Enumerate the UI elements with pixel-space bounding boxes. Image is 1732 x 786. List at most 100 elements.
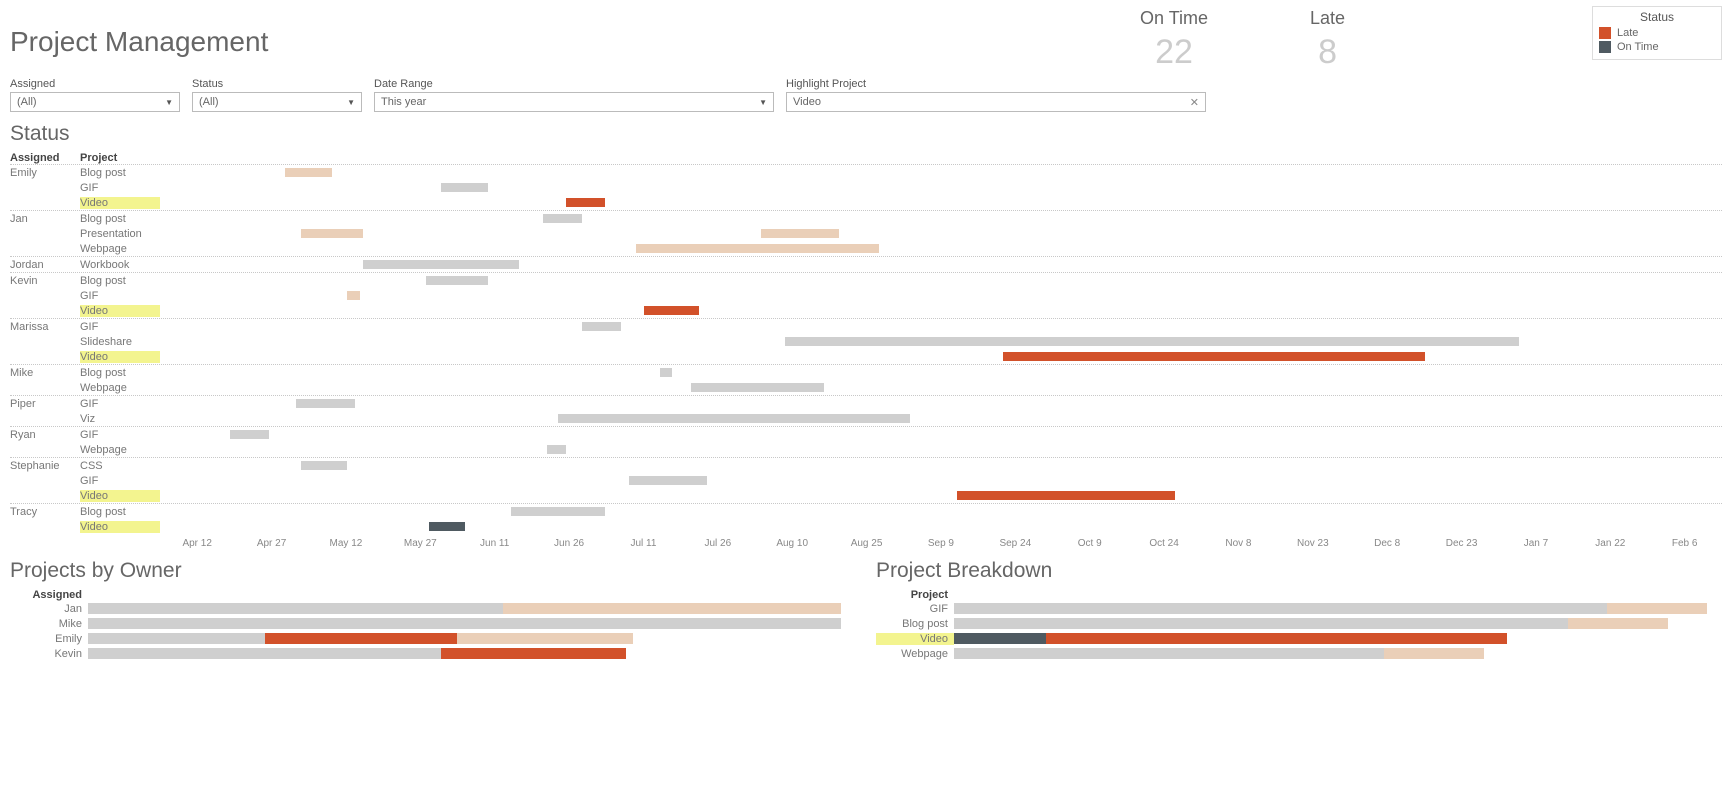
gantt-bar[interactable]: [629, 476, 707, 485]
gantt-project: Blog post: [80, 275, 126, 287]
axis-tick: Aug 10: [755, 538, 829, 549]
bar-row[interactable]: Mike: [10, 616, 856, 631]
gantt-row[interactable]: GIF: [10, 473, 1722, 488]
gantt-bar[interactable]: [785, 337, 1519, 346]
close-icon[interactable]: ✕: [1190, 96, 1199, 109]
bar-segment[interactable]: [88, 618, 841, 629]
gantt-bar[interactable]: [566, 198, 605, 207]
bar-segment[interactable]: [954, 618, 1568, 629]
filter-assigned-select[interactable]: (All) ▼: [10, 92, 180, 112]
gantt-bar[interactable]: [957, 491, 1176, 500]
bar-segment[interactable]: [954, 603, 1607, 614]
bar-segment[interactable]: [1607, 603, 1707, 614]
gantt-bar[interactable]: [347, 291, 359, 300]
bar-segment[interactable]: [954, 633, 1046, 644]
filter-status: Status (All) ▼: [192, 78, 362, 112]
gantt-bar[interactable]: [582, 322, 621, 331]
gantt-bar[interactable]: [644, 306, 699, 315]
gantt-bar[interactable]: [761, 229, 839, 238]
swatch-icon: [1599, 41, 1611, 53]
gantt-project: GIF: [80, 321, 98, 333]
gantt-bar[interactable]: [547, 445, 566, 454]
bar-segment[interactable]: [88, 603, 503, 614]
gantt-row[interactable]: Webpage: [10, 380, 1722, 395]
bar-segment[interactable]: [1046, 633, 1507, 644]
filter-daterange-select[interactable]: This year ▼: [374, 92, 774, 112]
gantt-bar[interactable]: [296, 399, 355, 408]
gantt-row[interactable]: Viz: [10, 411, 1722, 426]
gantt-bar[interactable]: [230, 430, 269, 439]
gantt-bar[interactable]: [301, 461, 348, 470]
gantt-bar[interactable]: [1003, 352, 1425, 361]
filter-highlight-input[interactable]: Video ✕: [786, 92, 1206, 112]
gantt-row[interactable]: Video: [10, 519, 1722, 534]
bar-segment[interactable]: [503, 603, 841, 614]
gantt-row[interactable]: Video: [10, 195, 1722, 210]
bar-segment[interactable]: [457, 633, 634, 644]
bar-row[interactable]: GIF: [876, 601, 1722, 616]
bar-segment[interactable]: [88, 633, 265, 644]
gantt-row[interactable]: StephanieCSS: [10, 458, 1722, 473]
bar-segment[interactable]: [1384, 648, 1484, 659]
gantt-bar[interactable]: [558, 414, 909, 423]
bar-segment[interactable]: [954, 648, 1384, 659]
gantt-row[interactable]: MikeBlog post: [10, 365, 1722, 380]
gantt-bar[interactable]: [691, 383, 824, 392]
gantt-row[interactable]: PiperGIF: [10, 396, 1722, 411]
gantt-project: Blog post: [80, 167, 126, 179]
gantt-bar[interactable]: [301, 229, 363, 238]
gantt-row[interactable]: JanBlog post: [10, 211, 1722, 226]
gantt-bar[interactable]: [660, 368, 672, 377]
gantt-row[interactable]: KevinBlog post: [10, 273, 1722, 288]
filter-daterange-value: This year: [381, 96, 426, 108]
bar-segment[interactable]: [1568, 618, 1668, 629]
bar-row[interactable]: Jan: [10, 601, 856, 616]
bar-row[interactable]: Webpage: [876, 646, 1722, 661]
gantt-bar[interactable]: [363, 260, 519, 269]
gantt-bar[interactable]: [429, 522, 465, 531]
filter-status-value: (All): [199, 96, 219, 108]
gantt-bar[interactable]: [285, 168, 332, 177]
gantt-row[interactable]: Presentation: [10, 226, 1722, 241]
bar-segment[interactable]: [441, 648, 625, 659]
gantt-row[interactable]: Video: [10, 349, 1722, 364]
gantt-bar[interactable]: [511, 507, 605, 516]
gantt-row[interactable]: JordanWorkbook: [10, 257, 1722, 272]
gantt-project: Webpage: [80, 243, 127, 255]
bar-row[interactable]: Emily: [10, 631, 856, 646]
gantt-row[interactable]: Video: [10, 488, 1722, 503]
gantt-assigned: Marissa: [10, 321, 80, 333]
gantt-row[interactable]: MarissaGIF: [10, 319, 1722, 334]
bar-segment[interactable]: [265, 633, 457, 644]
gantt-row[interactable]: Webpage: [10, 241, 1722, 256]
gantt-row[interactable]: TracyBlog post: [10, 504, 1722, 519]
gantt-bar[interactable]: [426, 276, 488, 285]
gantt-row[interactable]: GIF: [10, 180, 1722, 195]
gantt-row[interactable]: Video: [10, 303, 1722, 318]
bar-row[interactable]: Kevin: [10, 646, 856, 661]
gantt-assigned: Kevin: [10, 275, 80, 287]
gantt-bar-area: [160, 195, 1722, 210]
gantt-row[interactable]: RyanGIF: [10, 427, 1722, 442]
gantt-bar[interactable]: [441, 183, 488, 192]
bar-segment[interactable]: [88, 648, 441, 659]
filter-status-select[interactable]: (All) ▼: [192, 92, 362, 112]
project-breakdown-chart: Project Breakdown Project GIFBlog postVi…: [876, 559, 1722, 661]
gantt-row[interactable]: Webpage: [10, 442, 1722, 457]
gantt-bar-area: [160, 349, 1722, 364]
gantt-row[interactable]: Slideshare: [10, 334, 1722, 349]
bar-row-label: Emily: [10, 633, 88, 645]
gantt-assigned: Jordan: [10, 259, 80, 271]
gantt-bar[interactable]: [636, 244, 878, 253]
legend-item-late[interactable]: Late: [1593, 27, 1721, 41]
bar-row[interactable]: Video: [876, 631, 1722, 646]
axis-tick: Dec 8: [1350, 538, 1424, 549]
legend-item-ontime[interactable]: On Time: [1593, 41, 1721, 55]
bar-row[interactable]: Blog post: [876, 616, 1722, 631]
chevron-down-icon: ▼: [759, 98, 767, 107]
gantt-row[interactable]: EmilyBlog post: [10, 165, 1722, 180]
gantt-row[interactable]: GIF: [10, 288, 1722, 303]
gantt-bar[interactable]: [543, 214, 582, 223]
filter-highlight: Highlight Project Video ✕: [786, 78, 1206, 112]
gantt-project: Presentation: [80, 228, 142, 240]
